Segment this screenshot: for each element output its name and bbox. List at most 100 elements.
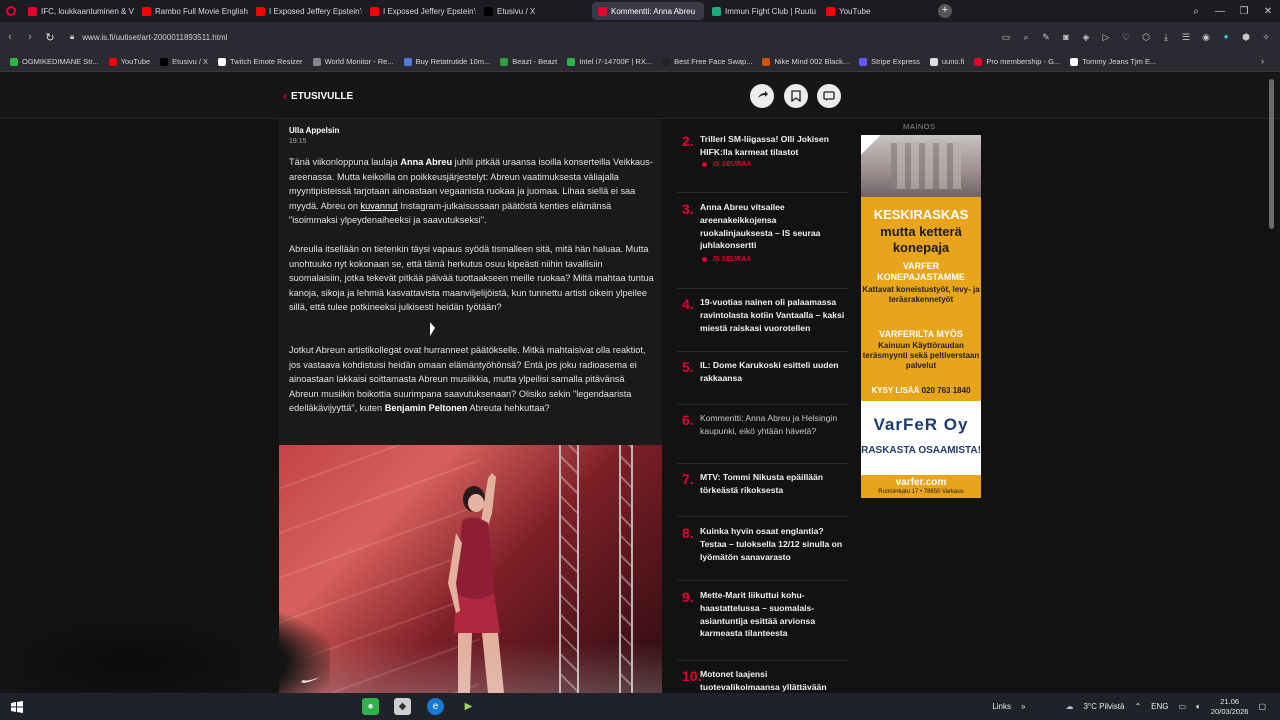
comment-button[interactable] [817,84,841,108]
bookmark-favicon-icon [403,57,412,66]
article-photo[interactable] [279,445,662,693]
search-tabs-icon[interactable]: ⌕ [1184,0,1208,22]
tab-6[interactable]: Immun Fight Club | Ruutu [706,2,818,20]
tab-3[interactable]: I Exposed Jeffery Epstein's [364,2,476,20]
bookmark-item[interactable]: Tommy Jeans Tjm E... [1066,57,1160,66]
most-read-item[interactable]: 2. Trilleri SM-liigassa! Olli Jokisen HIF… [677,133,847,193]
bookmarks-overflow-icon[interactable]: › [1261,56,1264,66]
item-title[interactable]: Mette-Marit liikuttui kohu-haastatteluss… [700,589,846,640]
bookmark-item[interactable]: Beazt - Beazt [496,57,561,66]
heart-icon[interactable]: ♡ [1118,26,1134,48]
item-title[interactable]: Trilleri SM-liigassa! Olli Jokisen HIFK:… [700,133,846,159]
back-to-front-link[interactable]: ‹ ETUSIVULLE [283,89,353,103]
bookmark-label: Nike Mind 002 Black... [774,57,850,66]
article-body: Ulla Appelsin 19.15 Tänä viikonloppuna l… [279,119,662,693]
most-read-item[interactable]: 4. 19-vuotias nainen oli palaamassa ravin… [677,296,847,352]
close-icon[interactable]: ✕ [1256,0,1280,22]
bookmark-item[interactable]: Nike Mind 002 Black... [758,57,853,66]
back-icon[interactable]: ‹ [0,31,20,43]
address-bar[interactable]: 🔒︎ www.is.fi/uutiset/art-2000011893511.h… [70,26,980,48]
article-author[interactable]: Ulla Appelsin [289,126,339,135]
start-icon[interactable] [8,698,25,715]
play-icon[interactable]: ▷ [1098,26,1114,48]
chevron-up-icon[interactable]: ⌃ [1134,702,1141,711]
most-read-item[interactable]: 6. Kommentti: Anna Abreu ja Helsingin kau… [677,412,847,464]
cube-icon[interactable]: ⬡ [1138,26,1154,48]
notifications-icon[interactable]: ▢ [1258,702,1266,711]
most-read-item[interactable]: 5. IL: Dome Karukoski esitteli uuden rakk… [677,359,847,405]
bookmark-item[interactable]: Intel i7-14700F | RX... [563,57,656,66]
most-read-item[interactable]: 7. MTV: Tommi Nikusta epäillään törkeästä… [677,471,847,517]
bookmark-item[interactable]: OGMIKEDIMANE Str... [6,57,103,66]
tab-0[interactable]: IFC, loukkaantuminen & V [22,2,134,20]
inline-link[interactable]: kuvannut [361,201,398,211]
bookmark-item[interactable]: Best Free Face Swap... [658,57,756,66]
app-icon[interactable]: ▶ [460,698,477,715]
bookmark-button[interactable] [784,84,808,108]
edge-icon[interactable]: e [427,698,444,715]
tab-4[interactable]: Etusivu / X [478,2,590,20]
bookmark-item[interactable]: uuno.fi [926,57,969,66]
shield-icon[interactable]: ◈ [1078,26,1094,48]
tab-7[interactable]: YouTube [820,2,932,20]
opera-logo-icon[interactable] [0,6,22,16]
most-read-item[interactable]: 10. Motonet laajensi tuotevalikoimaansa y… [677,668,847,693]
bookmark-item[interactable]: Etusivu / X [156,57,212,66]
tab-label: Immun Fight Club | Ruutu [725,6,817,16]
links-toolbar[interactable]: Links [992,702,1011,711]
most-read-item[interactable]: 3. Anna Abreu vitsailee areenakeikkojensa… [677,201,847,289]
minimize-icon[interactable]: — [1208,0,1232,22]
network-icon[interactable]: ▭ [1179,702,1187,711]
menu-icon[interactable]: ☰ [1178,26,1194,48]
bookmark-item[interactable]: World Monitor - Re... [309,57,398,66]
item-title[interactable]: 19-vuotias nainen oli palaamassa ravinto… [700,296,846,334]
tab-2[interactable]: I Exposed Jeffery Epstein's [250,2,362,20]
bookmark-item[interactable]: YouTube [105,57,154,66]
tray-overflow-icon[interactable]: » [1021,702,1025,711]
restore-icon[interactable]: ❐ [1232,0,1256,22]
item-title[interactable]: Kommentti: Anna Abreu ja Helsingin kaupu… [700,412,846,438]
clock[interactable]: 21.06 20/03/2026 [1211,697,1249,717]
page-scrollbar[interactable] [1269,79,1274,229]
live-follow-badge[interactable]: IS SEURAA [702,161,751,168]
tab-1[interactable]: Rambo Full Movie English [136,2,248,20]
bookmark-item[interactable]: Stripe Express [855,57,924,66]
bookmark-label: Intel i7-14700F | RX... [579,57,653,66]
reload-icon[interactable]: ↻ [40,31,60,44]
most-read-item[interactable]: 8. Kuinka hyvin osaat englantia? Testaa –… [677,525,847,581]
profile-icon[interactable]: ◉ [1198,26,1214,48]
bookmark-item[interactable]: Buy Retatrutide 10m... [400,57,495,66]
bookmark-label: uuno.fi [941,57,965,66]
new-tab-button[interactable]: + [938,4,952,18]
most-read-item[interactable]: 9. Mette-Marit liikuttui kohu-haastattelu… [677,589,847,661]
advertisement[interactable]: KESKIRASKAS mutta ketterä konepaja VARFE… [861,135,981,498]
app-icon[interactable]: ● [362,698,379,715]
app-icon[interactable]: ◆ [394,698,411,715]
system-tray: Links » ☁︎ 3°C Pilvistä ⌃ ENG ▭ 🔈︎ 21.06… [992,693,1280,720]
bookmark-item[interactable]: Pro membership - G... [970,57,1064,66]
tab-5[interactable]: Kommentti: Anna Abreu [592,2,704,20]
extension-icon[interactable]: ✦ [1218,26,1234,48]
weather-text[interactable]: 3°C Pilvistä [1083,702,1124,711]
volume-icon[interactable]: 🔈︎ [1196,702,1201,712]
zoom-icon[interactable]: ⌕ [1018,26,1034,48]
item-title[interactable]: Anna Abreu vitsailee areenakeikkojensa r… [700,201,846,252]
article-paragraph: Tänä viikonloppuna laulaja Anna Abreu ju… [289,155,655,228]
most-read-list: 2. Trilleri SM-liigassa! Olli Jokisen HIF… [677,119,849,693]
box-icon[interactable]: ⬢ [1238,26,1254,48]
item-title[interactable]: MTV: Tommi Nikusta epäillään törkeästä r… [700,471,846,497]
share-button[interactable] [750,84,774,108]
forward-icon[interactable]: › [20,31,40,43]
follow-label: IS SEURAA [713,161,752,168]
bookmark-item[interactable]: Twitch Emote Resizer [214,57,307,66]
item-title[interactable]: Motonet laajensi tuotevalikoimaansa yllä… [700,668,846,693]
item-title[interactable]: Kuinka hyvin osaat englantia? Testaa – t… [700,525,846,563]
camera-icon[interactable]: ◙ [1058,26,1074,48]
ai-icon[interactable]: ✧ [1258,26,1274,48]
edit-icon[interactable]: ✎ [1038,26,1054,48]
live-follow-badge[interactable]: IS SEURAA [702,256,751,263]
item-title[interactable]: IL: Dome Karukoski esitteli uuden rakkaa… [700,359,846,385]
language-indicator[interactable]: ENG [1151,702,1168,711]
download-icon[interactable]: ⤓ [1158,26,1174,48]
reader-icon[interactable]: ▭ [998,26,1014,48]
